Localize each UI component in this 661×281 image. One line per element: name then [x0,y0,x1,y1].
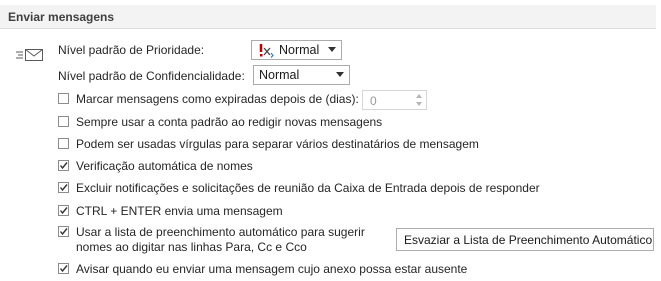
section-title: Enviar mensagens [8,10,115,24]
spinner-down-icon[interactable] [416,102,422,106]
option-checkbox-ctrl-enter[interactable] [58,205,69,216]
autocomplete-label-line2: nomes ao digitar nas linhas Para, Cc e C… [76,240,307,254]
spinner-up-icon[interactable] [416,94,422,98]
option-label-auto-name-check: Verificação automática de nomes [76,159,253,173]
attachment-warning-label: Avisar quando eu enviar uma mensagem cuj… [76,262,468,276]
empty-autocomplete-button[interactable]: Esvaziar a Lista de Preenchimento Automá… [396,228,654,251]
expire-label: Marcar mensagens como expiradas depois d… [76,92,359,106]
option-checkbox-delete-meeting[interactable] [58,182,69,193]
expire-days-value: 0 [370,94,377,108]
sensitivity-value: Normal [259,68,300,82]
sensitivity-dropdown[interactable]: Normal [253,65,350,85]
option-label-delete-meeting: Excluir notificações e solicitações de r… [76,181,540,195]
option-checkbox-default-account[interactable] [58,116,69,127]
checkmark-icon [59,162,68,170]
autocomplete-checkbox[interactable] [58,226,69,237]
option-checkbox-commas[interactable] [58,138,69,149]
priority-dropdown[interactable]: Normal [251,40,342,60]
chevron-down-icon [336,72,344,77]
option-label-commas: Podem ser usadas vírgulas para separar v… [76,137,479,151]
expire-days-spinner[interactable]: 0 [362,90,427,110]
priority-flag-icon [259,44,274,58]
attachment-warning-checkbox[interactable] [58,263,69,274]
option-label-ctrl-enter: CTRL + ENTER envia uma mensagem [76,204,283,218]
empty-autocomplete-button-label: Esvaziar a Lista de Preenchimento Automá… [404,233,653,247]
checkmark-icon [59,207,68,215]
option-label-default-account: Sempre usar a conta padrão ao redigir no… [76,115,383,129]
priority-value: Normal [279,43,320,57]
expire-checkbox[interactable] [58,93,69,104]
checkmark-icon [59,228,68,236]
checkmark-icon [59,265,68,273]
autocomplete-label-line1: Usar a lista de preenchimento automático… [76,225,365,239]
checkmark-icon [59,184,68,192]
chevron-down-icon [328,47,336,52]
sensitivity-label: Nível padrão de Confidencialidade: [58,69,245,83]
option-checkbox-auto-name-check[interactable] [58,160,69,171]
send-message-icon [16,49,43,61]
section-header: Enviar mensagens [0,5,656,29]
priority-label: Nível padrão de Prioridade: [58,43,205,57]
